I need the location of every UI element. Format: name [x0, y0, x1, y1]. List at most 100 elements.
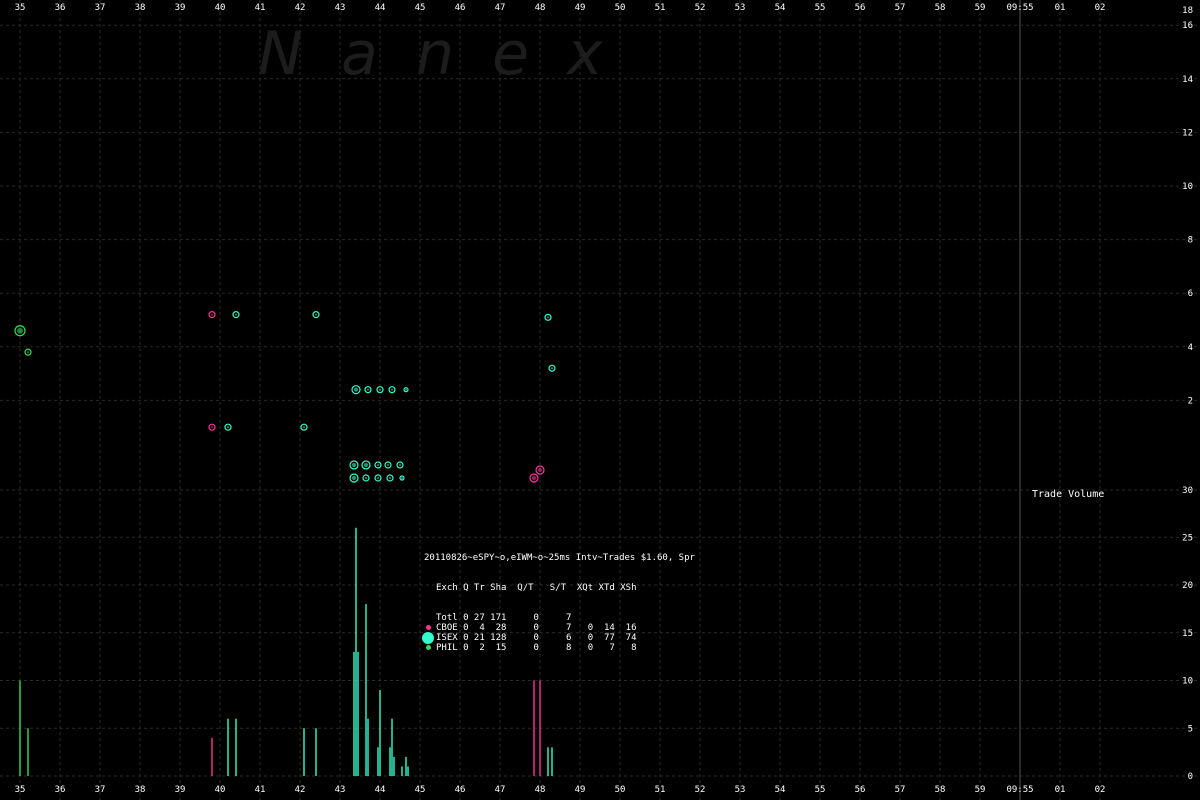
x-tick-label: 47: [495, 785, 506, 795]
trade-point-core: [387, 464, 389, 466]
x-tick-label: 48: [535, 785, 546, 795]
legend-marker: [426, 625, 431, 630]
x-tick-label: 37: [95, 3, 106, 13]
trade-point-core: [364, 463, 368, 467]
trade-point-core: [538, 468, 542, 472]
x-tick-label: 44: [375, 785, 386, 795]
volume-tick-label: 20: [1182, 581, 1193, 591]
x-tick-label: 55: [815, 3, 826, 13]
x-tick-label: 46: [455, 3, 466, 13]
x-tick-label: 39: [175, 3, 186, 13]
trade-point-core: [352, 476, 356, 480]
x-tick-label: 44: [375, 3, 386, 13]
x-tick-label: 35: [15, 3, 26, 13]
x-tick-label: 42: [295, 3, 306, 13]
x-tick-label: 49: [575, 785, 586, 795]
trade-point-core: [365, 477, 367, 479]
x-tick-label: 46: [455, 785, 466, 795]
x-tick-label: 36: [55, 3, 66, 13]
legend: 20110826~eSPY~o,eIWM~o~25ms Intv~Trades …: [422, 533, 695, 663]
price-tick-label: 4: [1188, 343, 1193, 353]
trade-point-core: [315, 313, 317, 316]
x-tick-label: 50: [615, 3, 626, 13]
x-tick-label: 50: [615, 785, 626, 795]
x-tick-label: 58: [935, 3, 946, 13]
trade-point-core: [399, 464, 401, 466]
x-tick-label: 41: [255, 3, 266, 13]
x-tick-label: 01: [1055, 785, 1066, 795]
x-axis-ticks: 35 35 36 36 37 37 38 38 39 39 40 40 41 41 42 42 43 43 44 44…: [15, 3, 1106, 795]
trade-point-core: [377, 464, 379, 466]
legend-marker: [426, 645, 431, 650]
x-tick-label: 54: [775, 785, 786, 795]
x-tick-label: 09:55: [1006, 785, 1033, 795]
x-tick-label: 55: [815, 785, 826, 795]
x-tick-label: 43: [335, 3, 346, 13]
grid: [0, 0, 1200, 800]
x-tick-label: 42: [295, 785, 306, 795]
x-tick-label: 48: [535, 3, 546, 13]
x-tick-label: 40: [215, 3, 226, 13]
x-tick-label: 53: [735, 785, 746, 795]
trade-point-core: [379, 388, 381, 391]
volume-tick-label: 15: [1182, 629, 1193, 639]
price-tick-label: 2: [1188, 396, 1193, 406]
legend-row-text: PHIL 0 2 15 0 8 0 7 8: [436, 643, 637, 653]
trade-point-core: [391, 388, 393, 391]
volume-panel-label: Trade Volume: [1032, 489, 1105, 500]
volume-tick-label: 5: [1188, 724, 1193, 734]
price-tick-label: 30: [1182, 486, 1193, 496]
y-axis-ticks: 18 16 14 12 10 8 6 4 2 30 25 20 15 10 5 0: [1182, 6, 1193, 782]
trade-point-core: [532, 476, 536, 480]
legend-row: CBOE 0 4 28 0 7 0 14 16: [424, 623, 695, 633]
legend-row: ISEX 0 21 128 0 6 0 77 74: [422, 632, 695, 644]
x-tick-label: 41: [255, 785, 266, 795]
trade-point-core: [354, 387, 358, 392]
x-tick-label: 56: [855, 785, 866, 795]
x-tick-label: 02: [1095, 785, 1106, 795]
x-tick-label: 59: [975, 785, 986, 795]
price-tick-label: 18: [1182, 6, 1193, 16]
x-tick-label: 57: [895, 3, 906, 13]
x-tick-label: 51: [655, 785, 666, 795]
x-tick-label: 51: [655, 3, 666, 13]
x-tick-label: 38: [135, 785, 146, 795]
x-tick-label: 52: [695, 785, 706, 795]
x-tick-label: 45: [415, 785, 426, 795]
price-tick-label: 8: [1188, 236, 1193, 246]
x-tick-label: 57: [895, 785, 906, 795]
trade-point-core: [401, 477, 403, 479]
trade-point-core: [303, 426, 305, 429]
trade-point-core: [211, 426, 213, 429]
x-tick-label: 40: [215, 785, 226, 795]
trade-point-core: [551, 367, 553, 370]
price-tick-label: 12: [1182, 128, 1193, 138]
legend-row-text: Totl 0 27 171 0 7: [436, 613, 572, 623]
legend-rows: Totl 0 27 171 0 7 CBOE 0 4 28 0 7 0 14 16…: [422, 613, 695, 653]
x-tick-label: 01: [1055, 3, 1066, 13]
trade-point-core: [17, 327, 23, 334]
watermark: N a n e x: [258, 19, 603, 89]
x-tick-label: 49: [575, 3, 586, 13]
trade-point-core: [352, 463, 356, 467]
x-tick-label: 09:55: [1006, 3, 1033, 13]
trade-point-core: [377, 477, 379, 479]
chart-canvas: N a n e x 353536363737383839394040414142…: [0, 0, 1200, 800]
trade-point-core: [367, 388, 369, 391]
price-tick-label: 14: [1182, 75, 1193, 85]
trade-point-core: [211, 313, 213, 316]
x-tick-label: 45: [415, 3, 426, 13]
trade-point-core: [227, 426, 229, 429]
x-tick-label: 35: [15, 785, 26, 795]
x-tick-label: 02: [1095, 3, 1106, 13]
x-tick-label: 53: [735, 3, 746, 13]
trade-points: [14, 311, 556, 483]
x-tick-label: 36: [55, 785, 66, 795]
trade-point-core: [27, 351, 29, 354]
x-tick-label: 54: [775, 3, 786, 13]
trade-point-core: [405, 388, 407, 391]
x-tick-label: 58: [935, 785, 946, 795]
trade-point-core: [547, 316, 549, 319]
volume-tick-label: 10: [1182, 677, 1193, 687]
legend-row: PHIL 0 2 15 0 8 0 7 8: [424, 643, 695, 653]
